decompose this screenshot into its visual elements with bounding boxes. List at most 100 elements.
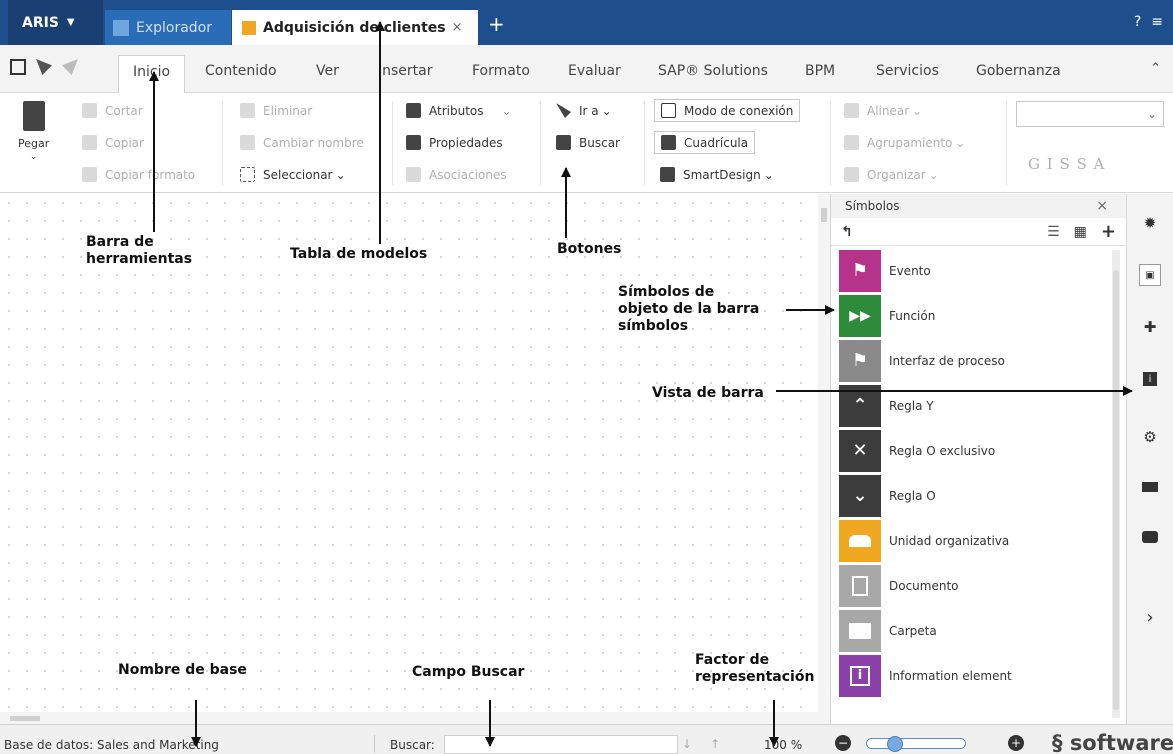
properties-bar-icon[interactable]: i xyxy=(1139,368,1161,390)
copy-format-label: Copiar formato xyxy=(105,167,196,182)
grid-view-icon[interactable]: ▦ xyxy=(1074,224,1087,240)
navigation-icon[interactable]: ✹ xyxy=(1139,212,1161,234)
list-view-icon[interactable]: ☰ xyxy=(1047,224,1060,240)
flag-icon: ⚑ xyxy=(839,249,881,292)
cut-button[interactable]: Cortar xyxy=(82,103,143,118)
canvas-vertical-scrollbar[interactable] xyxy=(818,194,830,724)
undo-icon[interactable] xyxy=(36,59,52,75)
chevron-up-icon: ⌃ xyxy=(839,384,881,427)
copy-button[interactable]: Copiar xyxy=(82,135,144,150)
grid-label: Cuadrícula xyxy=(684,135,749,150)
info-icon xyxy=(406,135,421,150)
connection-mode-button[interactable]: Modo de conexión xyxy=(654,99,801,122)
comment-icon[interactable] xyxy=(1139,526,1161,548)
symbol-carpeta[interactable]: Carpeta xyxy=(839,608,1109,653)
pointer-mode-icon[interactable]: ↰ xyxy=(841,224,853,240)
properties-button[interactable]: Propiedades xyxy=(406,135,503,150)
symbol-unidad-organizativa[interactable]: Unidad organizativa xyxy=(839,518,1109,563)
symbol-evento[interactable]: ⚑ Evento xyxy=(839,248,1109,293)
chevron-down-icon: ⌄ xyxy=(839,474,881,517)
record-icon[interactable] xyxy=(1139,476,1161,498)
paste-button[interactable]: Pegar ⌄ xyxy=(18,101,49,162)
close-panel-icon[interactable]: × xyxy=(1096,198,1108,214)
canvas-horizontal-scrollbar[interactable] xyxy=(0,712,818,724)
associations-button[interactable]: Asociaciones xyxy=(406,167,507,182)
tab-evaluar[interactable]: Evaluar xyxy=(568,63,621,79)
gear-icon[interactable]: ⚙ xyxy=(1139,426,1161,448)
arrow-down-icon[interactable]: ↓ xyxy=(682,737,692,751)
redo-icon[interactable] xyxy=(62,59,78,75)
model-canvas[interactable] xyxy=(0,194,818,724)
symbol-information-element[interactable]: i Information element xyxy=(839,653,1109,698)
font-select[interactable]: ⌄ xyxy=(1016,101,1164,127)
attributes-button[interactable]: Atributos ⌄ xyxy=(406,103,512,118)
tag-icon xyxy=(406,103,421,118)
symbol-regla-y[interactable]: ⌃ Regla Y xyxy=(839,383,1109,428)
collapse-ribbon-icon[interactable]: ⌃ xyxy=(1150,61,1161,76)
x-icon: ✕ xyxy=(839,429,881,472)
title-bar: ARIS ▼ Explorador Adquisición de cliente… xyxy=(0,0,1173,45)
tab-gobernanza[interactable]: Gobernanza xyxy=(976,63,1061,79)
symbol-regla-o-exclusivo[interactable]: ✕ Regla O exclusivo xyxy=(839,428,1109,473)
help-icon[interactable]: ? xyxy=(1134,14,1141,30)
model-hierarchy-icon xyxy=(242,20,256,35)
smartdesign-button[interactable]: SmartDesign ⌄ xyxy=(660,167,774,182)
add-symbol-icon[interactable]: + xyxy=(1101,221,1116,242)
search-input[interactable] xyxy=(444,735,678,754)
tab-insertar[interactable]: Insertar xyxy=(378,63,433,79)
tab-model-active[interactable]: Adquisición de clientes × xyxy=(232,10,478,45)
softwareag-logo: § softwareAG xyxy=(1052,731,1173,754)
symbol-label: Evento xyxy=(889,263,931,278)
grouping-button[interactable]: Agrupamiento ⌄ xyxy=(844,135,965,150)
tab-servicios[interactable]: Servicios xyxy=(876,63,939,79)
grid-button[interactable]: Cuadrícula xyxy=(654,131,756,154)
symbol-label: Regla Y xyxy=(889,398,934,413)
add-tab-icon[interactable]: + xyxy=(488,12,505,36)
symbols-bar-icon[interactable]: ▣ xyxy=(1139,264,1161,286)
symbol-interfaz-proceso[interactable]: ⚑ Interfaz de proceso xyxy=(839,338,1109,383)
symbol-documento[interactable]: Documento xyxy=(839,563,1109,608)
scissors-icon xyxy=(82,103,97,118)
delete-button[interactable]: Eliminar xyxy=(240,103,312,118)
zoom-slider-knob[interactable] xyxy=(887,736,903,752)
align-button[interactable]: Alinear ⌄ xyxy=(844,103,922,118)
annotation-search-field: Campo Buscar xyxy=(412,664,525,680)
tab-inicio[interactable]: Inicio xyxy=(118,55,186,93)
search-button[interactable]: Buscar xyxy=(556,135,620,150)
rename-label: Cambiar nombre xyxy=(263,135,364,150)
symbols-scrollbar[interactable] xyxy=(1112,250,1120,718)
arrange-button[interactable]: Organizar ⌄ xyxy=(844,167,939,182)
fragments-icon[interactable]: ✚ xyxy=(1139,316,1161,338)
chevron-down-icon: ⌄ xyxy=(29,152,38,162)
symbol-funcion[interactable]: ▶▶ Función xyxy=(839,293,1109,338)
explorer-icon xyxy=(113,19,129,36)
arrow-up-icon[interactable]: ↑ xyxy=(710,737,720,751)
symbol-label: Regla O xyxy=(889,488,936,503)
tab-bpm[interactable]: BPM xyxy=(805,63,835,79)
save-icon[interactable] xyxy=(10,59,26,75)
annotation-symbol-objects: Símbolos de objeto de la barra símbolos xyxy=(618,284,760,334)
binoculars-icon xyxy=(556,135,571,150)
tab-ver[interactable]: Ver xyxy=(316,63,339,79)
tab-contenido[interactable]: Contenido xyxy=(205,63,277,79)
zoom-out-icon[interactable]: − xyxy=(835,735,851,751)
aris-menu-button[interactable]: ARIS ▼ xyxy=(8,0,103,45)
menu-icon[interactable]: ≡ xyxy=(1151,14,1163,30)
attributes-label: Atributos xyxy=(429,103,484,118)
tab-sap-solutions[interactable]: SAP® Solutions xyxy=(658,63,768,79)
goto-button[interactable]: Ir a ⌄ xyxy=(556,103,612,118)
symbol-regla-o[interactable]: ⌄ Regla O xyxy=(839,473,1109,518)
zoom-slider[interactable] xyxy=(866,736,966,752)
tab-explorer[interactable]: Explorador xyxy=(105,10,231,45)
tab-formato[interactable]: Formato xyxy=(472,63,530,79)
select-button[interactable]: Seleccionar ⌄ xyxy=(240,167,346,182)
close-tab-icon[interactable]: × xyxy=(452,20,463,35)
copy-format-button[interactable]: Copiar formato xyxy=(82,167,195,182)
font-style-buttons[interactable]: G I S S A xyxy=(1028,155,1105,173)
smartdesign-icon xyxy=(660,167,675,182)
chevron-right-icon[interactable]: › xyxy=(1139,606,1161,628)
chevron-down-icon: ⌄ xyxy=(601,103,612,118)
rename-button[interactable]: Cambiar nombre xyxy=(240,135,364,150)
search-field-label: Buscar: xyxy=(390,738,435,752)
zoom-in-icon[interactable]: + xyxy=(1008,735,1024,751)
